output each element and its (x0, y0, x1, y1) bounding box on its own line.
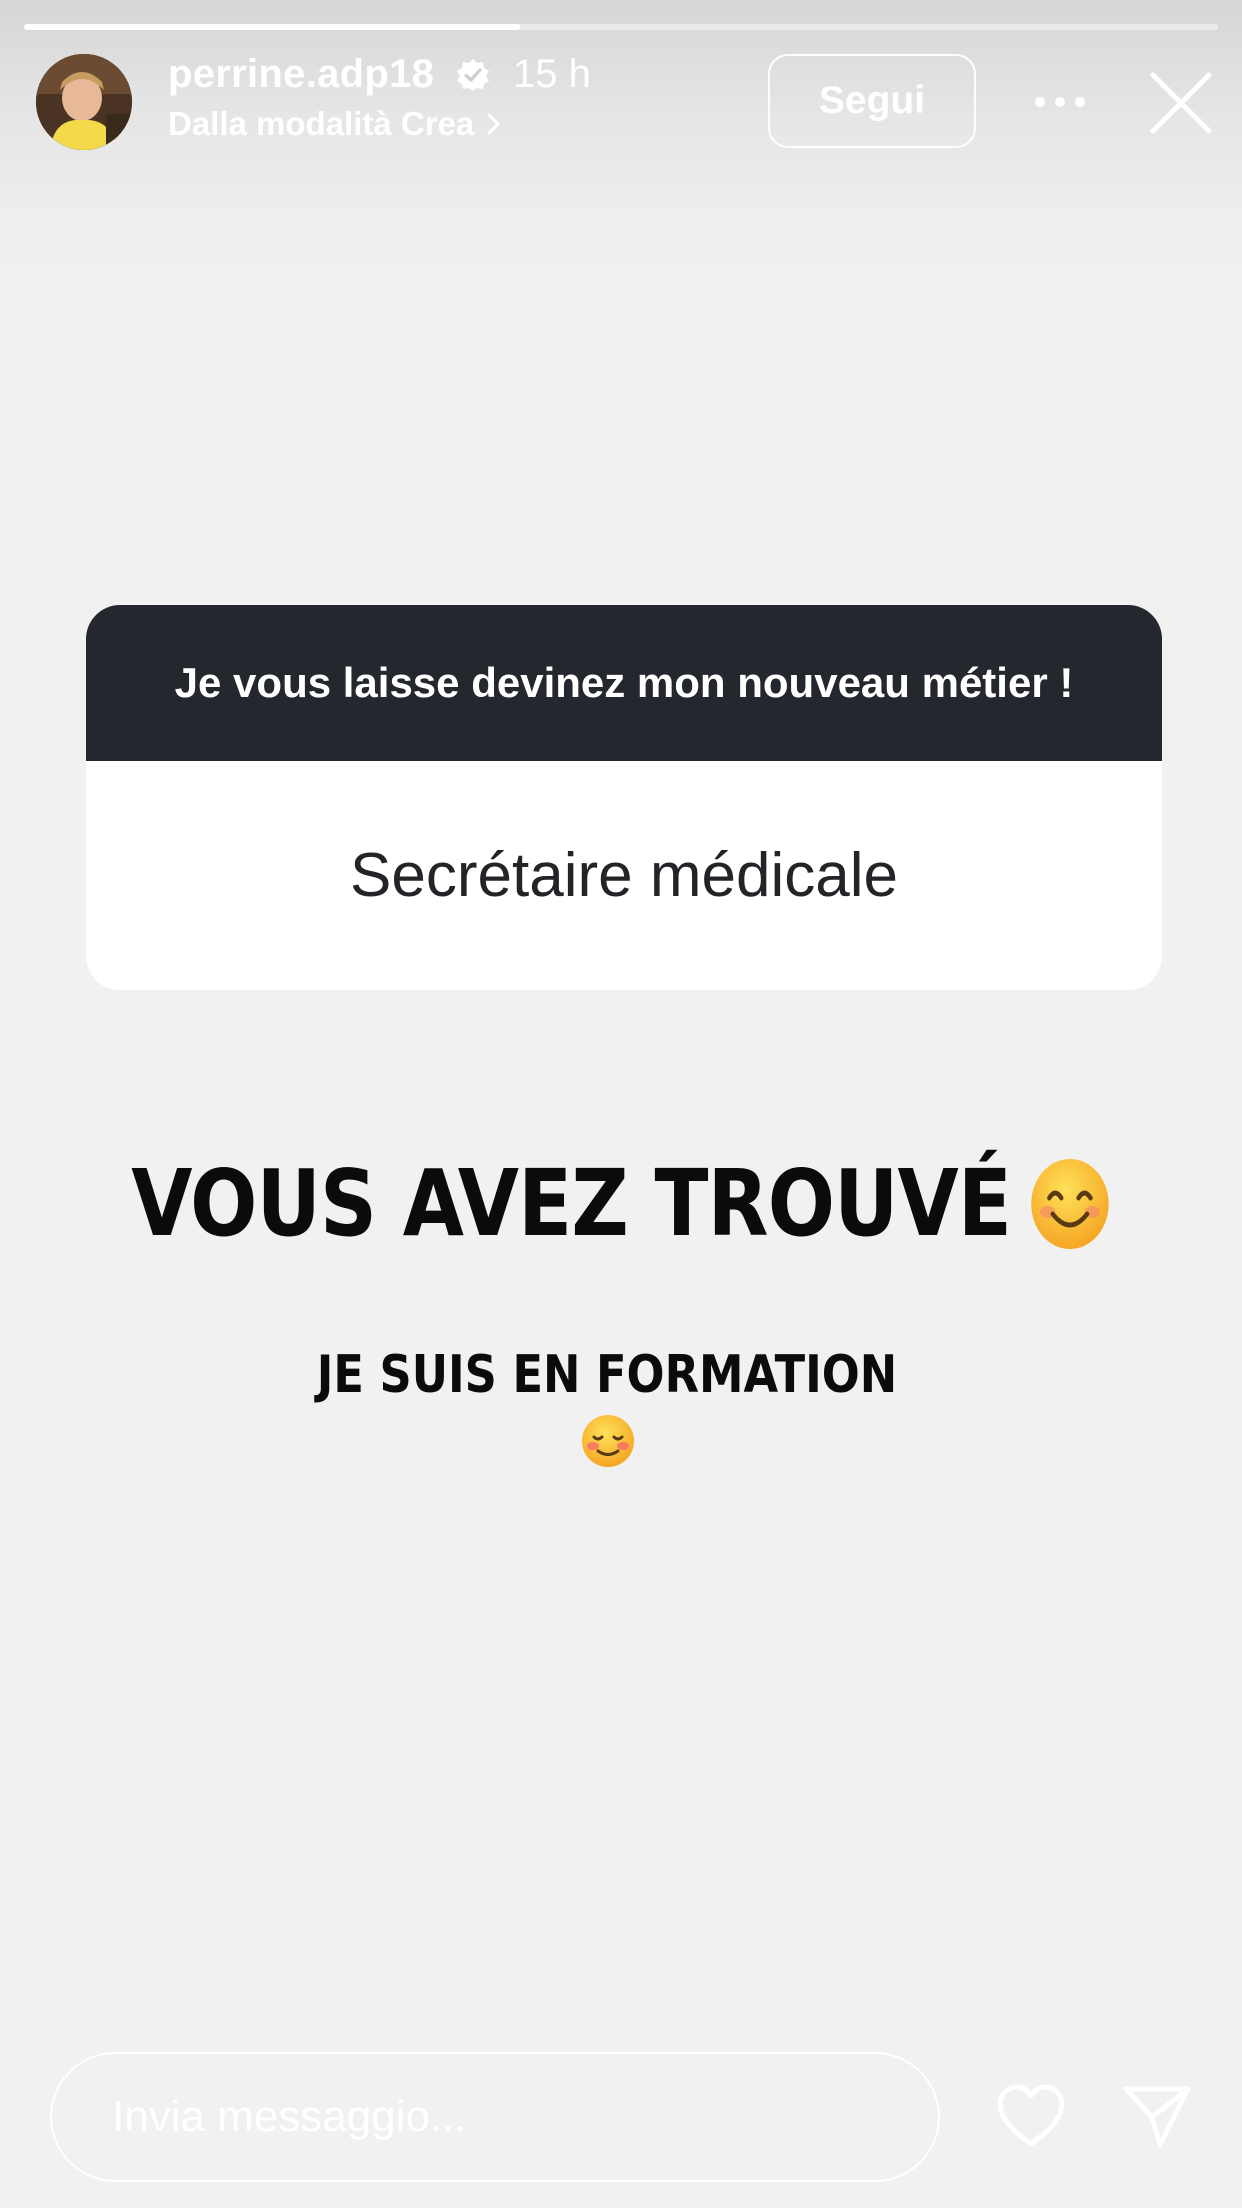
follow-button[interactable]: Segui (768, 54, 976, 148)
smiling-face-icon (582, 1415, 634, 1467)
smiling-face-icon (1030, 1158, 1109, 1249)
question-sticker: Je vous laisse devinez mon nouveau métie… (86, 605, 1162, 990)
post-timestamp: 15 h (513, 52, 591, 96)
verified-badge-icon (457, 59, 489, 91)
more-options-icon[interactable] (1034, 90, 1086, 114)
avatar[interactable] (36, 54, 132, 150)
story-progress-fill (24, 24, 520, 30)
message-input[interactable] (50, 2052, 940, 2182)
username[interactable]: perrine.adp18 (168, 52, 434, 97)
close-icon[interactable] (1148, 70, 1214, 136)
create-mode-label: Dalla modalità Crea (168, 105, 475, 142)
story-progress-bar (24, 24, 1218, 30)
subline-text: JE SUIS EN FORMATION (316, 1345, 898, 1405)
story-view[interactable]: perrine.adp18 15 h Dalla modalità Crea S… (0, 0, 1242, 2208)
create-mode-link[interactable]: Dalla modalità Crea (168, 105, 504, 143)
chevron-right-icon (487, 113, 500, 135)
question-answer: Secrétaire médicale (350, 841, 898, 910)
heart-icon[interactable] (995, 2082, 1067, 2150)
send-icon[interactable] (1122, 2083, 1192, 2149)
headline-label: VOUS AVEZ TROUVÉ (131, 1150, 1012, 1257)
headline-text: VOUS AVEZ TROUVÉ (87, 1150, 1155, 1257)
question-text: Je vous laisse devinez mon nouveau métie… (86, 605, 1162, 761)
